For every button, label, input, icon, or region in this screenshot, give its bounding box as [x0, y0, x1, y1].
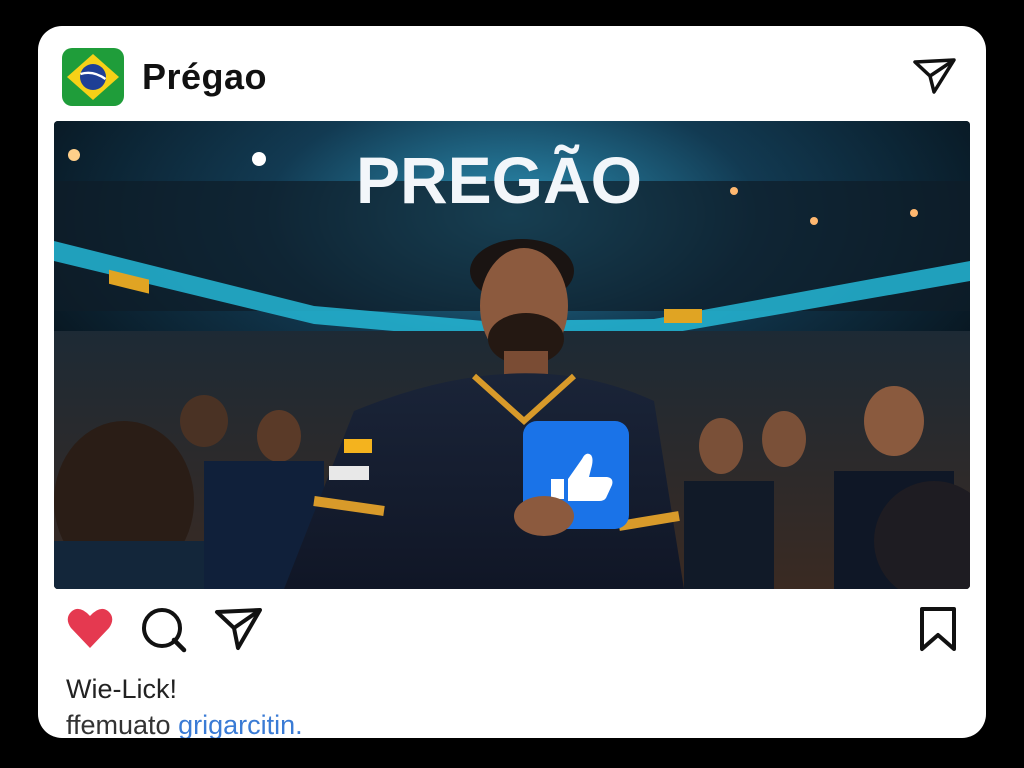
bookmark-icon[interactable]	[918, 606, 958, 652]
post-card: Prégao PREGÃO Wie-Lick! ffemuato grigarc…	[38, 26, 986, 738]
post-header: Prégao	[38, 26, 986, 121]
post-image[interactable]: PREGÃO	[54, 121, 970, 589]
brazil-flag-icon[interactable]	[62, 48, 124, 106]
caption-text: ffemuato	[66, 710, 179, 738]
paper-plane-icon[interactable]	[912, 56, 958, 96]
username[interactable]: Prégao	[142, 56, 267, 98]
heart-icon[interactable]	[66, 606, 114, 650]
caption-line-2: ffemuato grigarcitin.	[66, 710, 303, 738]
post-actions	[38, 606, 986, 656]
paper-plane-icon[interactable]	[214, 606, 264, 652]
comment-icon[interactable]	[140, 606, 188, 654]
image-headline: PREGÃO	[356, 143, 642, 217]
caption-line-1: Wie-Lick!	[66, 674, 178, 704]
caption-link[interactable]: grigarcitin.	[178, 710, 303, 738]
